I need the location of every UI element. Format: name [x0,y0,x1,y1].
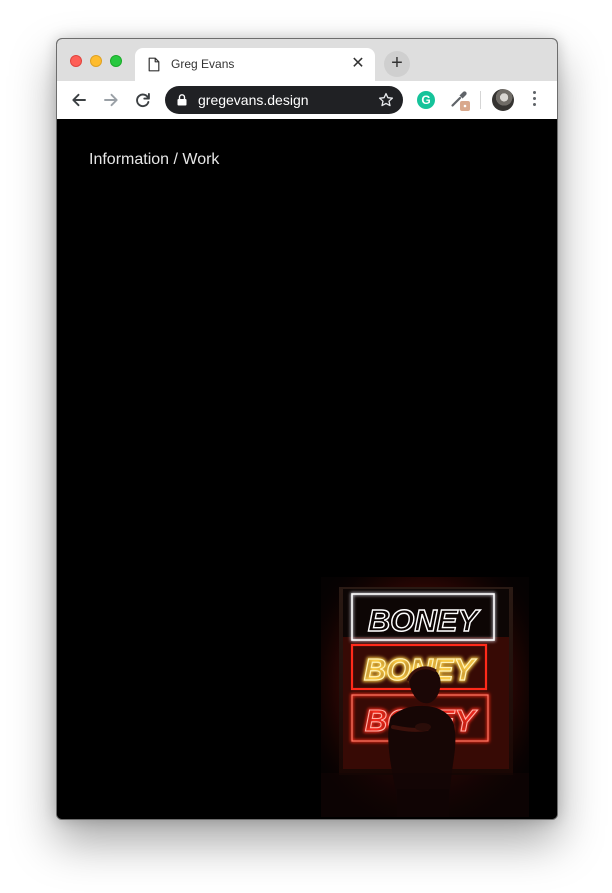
url-text[interactable]: gregevans.design [198,92,309,108]
tab-strip: Greg Evans ✕ + [57,39,557,82]
back-arrow-icon[interactable] [69,90,89,110]
toolbar-divider [480,91,481,109]
address-bar[interactable]: gregevans.design [165,86,403,114]
tab-greg-evans[interactable]: Greg Evans ✕ [135,48,375,82]
close-window-button[interactable] [70,55,82,67]
profile-avatar[interactable] [492,89,514,111]
more-vertical-icon[interactable] [531,91,537,109]
zoom-window-button[interactable] [110,55,122,67]
page-icon [148,57,160,72]
tab-title: Greg Evans [171,57,235,71]
hero-photo: BONEY BONEY BONEY BONEY BONEY [321,577,529,817]
site-nav: Information / Work [89,151,219,169]
browser-window: Greg Evans ✕ + gregevans.design G Inform… [56,38,558,820]
star-icon[interactable] [378,92,394,108]
close-tab-icon[interactable]: ✕ [350,56,366,72]
grammarly-icon[interactable]: G [417,91,435,109]
page-content: Information / Work BONEY [57,119,557,819]
nav-separator: / [169,151,183,168]
nav-link-information[interactable]: Information [89,151,169,168]
minimize-window-button[interactable] [90,55,102,67]
nav-link-work[interactable]: Work [182,151,219,168]
forward-arrow-icon[interactable] [101,90,121,110]
neon-word-white: BONEY [368,603,482,638]
color-picker-icon[interactable] [449,89,471,111]
browser-toolbar: gregevans.design G [57,81,557,120]
new-tab-button[interactable]: + [384,51,410,77]
lock-icon [177,94,187,106]
reload-icon[interactable] [133,90,153,110]
